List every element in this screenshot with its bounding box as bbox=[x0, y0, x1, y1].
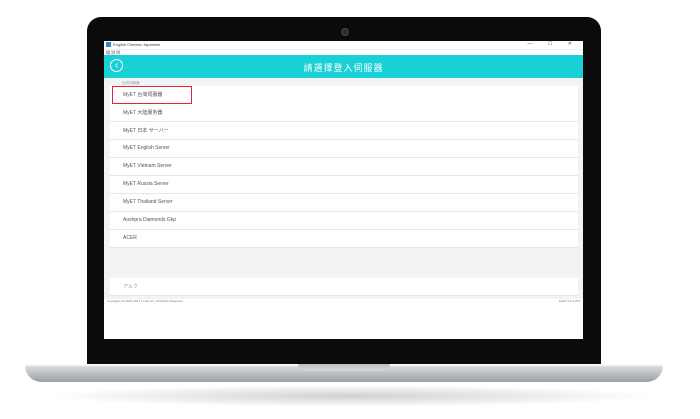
server-item-label: ACER bbox=[123, 235, 137, 241]
server-item-label: MyET 大陸服务器 bbox=[123, 110, 163, 116]
server-item-english[interactable]: MyET English Server bbox=[110, 140, 578, 158]
camera-icon bbox=[341, 28, 349, 36]
laptop-shadow bbox=[40, 385, 660, 407]
server-item-vietnam[interactable]: MyET Vietnam Server bbox=[110, 158, 578, 176]
server-item-thailand[interactable]: MyET Thailand Server bbox=[110, 194, 578, 212]
server-item-label: MyET English Server bbox=[123, 145, 170, 151]
page-title: 請選擇登入伺服器 bbox=[303, 63, 384, 73]
server-item-label: MyET Russia Server bbox=[123, 181, 169, 187]
server-item-taiwan[interactable]: MyET 台灣伺服器 bbox=[112, 86, 192, 104]
server-item-alc[interactable]: アルク bbox=[110, 278, 578, 296]
server-item-label: MyET 台灣伺服器 bbox=[123, 92, 163, 98]
server-item-label: Aoshpra Diamonds Gkp bbox=[123, 217, 177, 223]
window-controls[interactable]: — ☐ ✕ bbox=[528, 41, 579, 47]
server-item-label: アルク bbox=[123, 284, 138, 290]
server-list-other: アルク bbox=[110, 278, 578, 296]
server-item-label: MyET Vietnam Server bbox=[123, 163, 172, 169]
window-titlebar: English Chinese Japanese — ☐ ✕ bbox=[104, 41, 583, 50]
app-icon bbox=[106, 42, 111, 47]
server-item-russia[interactable]: MyET Russia Server bbox=[110, 176, 578, 194]
server-item-china[interactable]: MyET 大陸服务器 bbox=[110, 104, 578, 122]
server-item-japan[interactable]: MyET 日本 サーバー bbox=[110, 122, 578, 140]
empty-area bbox=[104, 303, 583, 339]
server-item-aoshpra[interactable]: Aoshpra Diamonds Gkp bbox=[110, 212, 578, 230]
window-title: English Chinese Japanese bbox=[113, 42, 161, 47]
laptop-base-notch bbox=[298, 364, 390, 371]
app-header: ‹ 請選擇登入伺服器 bbox=[104, 55, 583, 78]
server-item-label: MyET Thailand Server bbox=[123, 199, 173, 205]
app-window: English Chinese Japanese — ☐ ✕ 檔 說 明 ‹ 請… bbox=[104, 41, 583, 339]
server-item-acer[interactable]: ACER bbox=[110, 230, 578, 248]
server-item-label: MyET 日本 サーバー bbox=[123, 128, 169, 134]
server-list-current: MyET 台灣伺服器 MyET 大陸服务器 MyET 日本 サーバー MyET … bbox=[110, 86, 578, 248]
server-list-area: 目前伺服器 MyET 台灣伺服器 MyET 大陸服务器 MyET 日本 サーバー… bbox=[104, 78, 583, 312]
